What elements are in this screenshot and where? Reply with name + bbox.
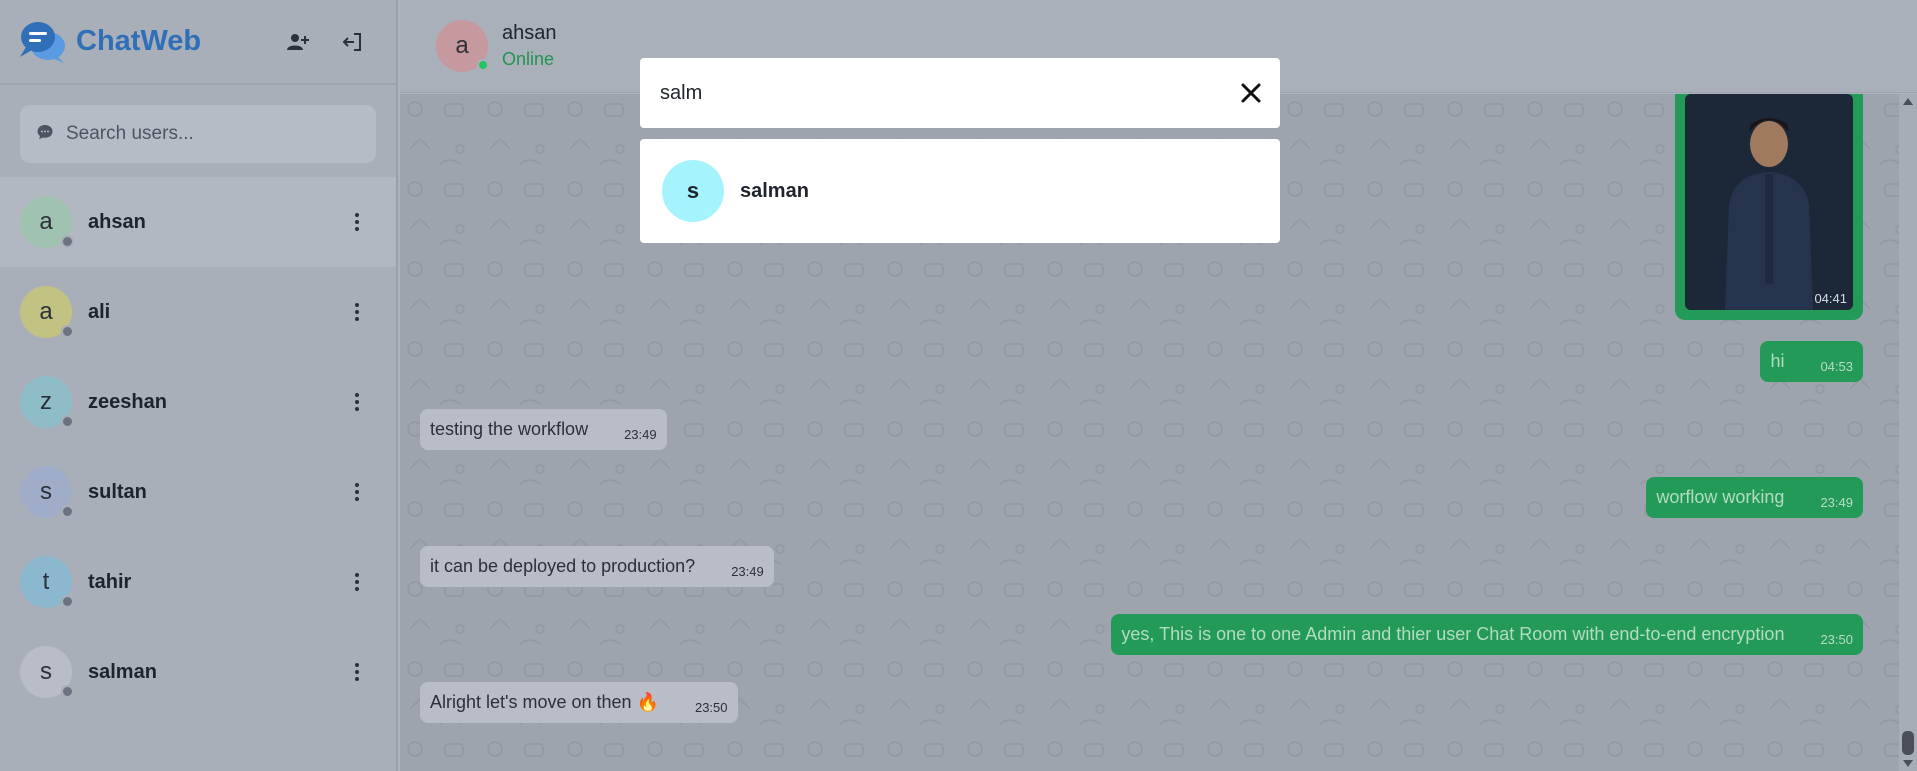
chat-logo-icon	[18, 19, 68, 65]
result-avatar: s	[662, 160, 724, 222]
avatar: a	[20, 196, 74, 248]
avatar-initial: a	[455, 32, 469, 59]
avatar: t	[20, 556, 74, 608]
avatar-initial: s	[40, 478, 52, 505]
avatar: s	[20, 466, 74, 518]
result-name: salman	[740, 179, 809, 202]
search-overlay-input[interactable]	[660, 81, 1200, 105]
user-item[interactable]: t tahir	[0, 537, 396, 627]
search-results: s salman	[640, 139, 1280, 243]
status-dot	[61, 505, 74, 518]
message-time: 04:53	[1820, 359, 1853, 374]
user-item[interactable]: a ahsan	[0, 177, 396, 267]
contact-status: Online	[502, 49, 555, 69]
message-time: 04:41	[1814, 291, 1847, 306]
status-dot	[61, 595, 74, 608]
user-name: tahir	[88, 570, 132, 593]
more-options-icon[interactable]	[354, 663, 360, 681]
contact-avatar: a	[436, 20, 489, 72]
user-name: ahsan	[88, 210, 146, 233]
avatar-initial: a	[39, 208, 53, 235]
user-item[interactable]: s sultan	[0, 447, 396, 537]
brand-bar: ChatWeb	[0, 0, 396, 85]
message-incoming: it can be deployed to production? 23:49	[420, 546, 774, 587]
add-user-icon[interactable]	[286, 30, 310, 54]
app-title: ChatWeb	[76, 25, 202, 57]
message-time: 23:49	[624, 427, 657, 442]
status-dot	[61, 415, 74, 428]
user-search-box[interactable]	[20, 105, 376, 163]
sidebar: ChatWeb Search users... a ahsan a ali z …	[0, 0, 398, 771]
avatar-initial: t	[42, 568, 50, 595]
status-dot	[61, 685, 74, 698]
search-result-item[interactable]: s salman	[640, 139, 1280, 243]
avatar-initial: a	[39, 298, 53, 325]
user-item[interactable]: s salman	[0, 627, 396, 717]
status-dot	[61, 235, 74, 248]
more-options-icon[interactable]	[354, 393, 360, 411]
message-outgoing: hi 04:53	[1760, 341, 1863, 382]
user-item[interactable]: a ali	[0, 267, 396, 357]
logout-icon[interactable]	[340, 30, 364, 54]
online-dot	[477, 59, 489, 71]
contact-name: ahsan	[502, 22, 557, 44]
message-text: testing the workflow	[430, 419, 589, 439]
message-photo: 04:41	[1685, 94, 1853, 310]
more-options-icon[interactable]	[354, 483, 360, 501]
message-incoming: testing the workflow 23:49	[420, 409, 667, 450]
message-time: 23:49	[731, 564, 764, 579]
message-text: hi	[1770, 351, 1785, 371]
more-options-icon[interactable]	[354, 213, 360, 231]
avatar-initial: s	[40, 658, 52, 685]
message-text: it can be deployed to production?	[430, 556, 696, 576]
user-name: sultan	[88, 480, 147, 503]
message-text: Alright let's move on then 🔥	[430, 692, 659, 712]
user-search-input[interactable]	[66, 123, 366, 145]
scroll-down-icon[interactable]	[1903, 760, 1913, 767]
user-list: a ahsan a ali z zeeshan s sultan t tahir…	[0, 177, 396, 717]
message-time: 23:50	[1820, 632, 1853, 647]
close-icon[interactable]	[1240, 82, 1262, 104]
message-time: 23:50	[694, 700, 728, 715]
scroll-up-icon[interactable]	[1903, 98, 1913, 105]
chat-bubble-icon	[36, 123, 54, 146]
user-name: salman	[88, 660, 157, 683]
message-outgoing: yes, This is one to one Admin and thier …	[1111, 614, 1863, 655]
user-name: zeeshan	[88, 390, 167, 413]
scroll-thumb[interactable]	[1902, 731, 1914, 755]
user-item[interactable]: z zeeshan	[0, 357, 396, 447]
message-outgoing: worflow working 23:49	[1646, 477, 1863, 518]
avatar: a	[20, 286, 74, 338]
avatar: s	[20, 646, 74, 698]
message-text: yes, This is one to one Admin and thier …	[1121, 624, 1785, 644]
more-options-icon[interactable]	[354, 303, 360, 321]
message-incoming: Alright let's move on then 🔥 23:50	[420, 682, 738, 723]
search-overlay	[640, 58, 1280, 128]
message-time: 23:49	[1820, 495, 1853, 510]
user-name: ali	[88, 300, 111, 323]
avatar: z	[20, 376, 74, 428]
status-dot	[61, 325, 74, 338]
more-options-icon[interactable]	[354, 573, 360, 591]
message-text: worflow working	[1656, 487, 1785, 507]
chat-scrollbar[interactable]	[1899, 94, 1917, 771]
photo-message[interactable]: 04:41	[1675, 94, 1863, 320]
avatar-initial: z	[40, 388, 52, 415]
